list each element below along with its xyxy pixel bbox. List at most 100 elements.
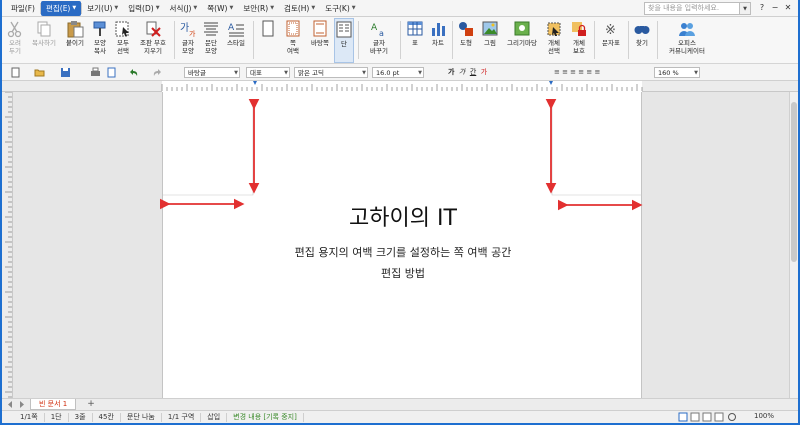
- copy-button[interactable]: 복사하기: [27, 18, 61, 63]
- status-paragraph: 문단 나눔: [121, 412, 162, 422]
- symbol-button[interactable]: ※ 문자표: [597, 18, 625, 63]
- body-line-2: 편집 방법: [381, 267, 425, 280]
- svg-text:a: a: [379, 29, 384, 38]
- picture-icon: [482, 21, 498, 36]
- status-track-changes[interactable]: 변경 내용 [기록 중지]: [227, 412, 304, 422]
- document-workspace[interactable]: 고하이의 IT 편집 용지의 여백 크기를 설정하는 쪽 여백 공간 편집 방법: [13, 92, 789, 398]
- clear-marks-label: 조판 부호 지우기: [140, 39, 166, 55]
- menu-page[interactable]: 쪽(W) ▼: [202, 1, 238, 16]
- view-mode-icons[interactable]: [678, 412, 738, 422]
- chevron-down-icon: ▼: [155, 5, 160, 11]
- status-insert-mode[interactable]: 삽입: [201, 412, 228, 422]
- para-shape-icon: [204, 22, 218, 36]
- minimize-icon[interactable]: −: [769, 3, 781, 12]
- shape-label: 도형: [460, 39, 472, 47]
- para-shape-button[interactable]: 문단 모양: [200, 18, 222, 63]
- copy-label: 복사하기: [32, 39, 56, 47]
- find-button[interactable]: 찾기: [631, 18, 653, 63]
- document-page[interactable]: 고하이의 IT 편집 용지의 여백 크기를 설정하는 쪽 여백 공간 편집 방법: [162, 92, 642, 398]
- vertical-ruler[interactable]: [2, 91, 13, 398]
- new-document-icon[interactable]: [10, 67, 21, 78]
- alignment-group[interactable]: ≡ ≡ ≡ ≡ ≡ ≡: [554, 67, 644, 78]
- picture-label: 그림: [484, 39, 496, 47]
- clipboard-icon: [67, 21, 84, 38]
- search-input[interactable]: 찾을 내용을 입력하세요.: [644, 2, 740, 15]
- replace-char-label: 글자 바꾸기: [370, 39, 388, 55]
- menu-review[interactable]: 검토(H) ▼: [279, 1, 320, 16]
- object-lock-label: 개체 보호: [573, 39, 585, 55]
- svg-text:가: 가: [180, 22, 189, 34]
- page-margin-button[interactable]: 쪽 여백: [280, 18, 306, 63]
- zoom-input[interactable]: 160 % ▼: [654, 67, 700, 78]
- select-all-button[interactable]: 모두 선택: [112, 18, 134, 63]
- menu-tools[interactable]: 도구(K) ▼: [320, 1, 360, 16]
- object-select-icon: [547, 22, 561, 36]
- replace-char-icon: Aa: [371, 23, 384, 38]
- page-icon: [262, 20, 274, 37]
- format-copy-button[interactable]: 모양 복사: [89, 18, 111, 63]
- char-shape-label: 글자 모양: [182, 39, 194, 55]
- document-tabbar: 빈 문서 1 +: [2, 398, 798, 410]
- paste-button[interactable]: 붙이기: [62, 18, 88, 63]
- undo-icon[interactable]: [128, 67, 139, 78]
- save-icon[interactable]: [60, 67, 71, 78]
- font-size-input[interactable]: 16.0 pt ▼: [372, 67, 424, 78]
- status-line: 3줄: [69, 412, 93, 422]
- clipart-button[interactable]: 그리기마당: [503, 18, 541, 63]
- bold-italic-underline-group[interactable]: 가 가 간 가: [448, 67, 508, 78]
- vertical-scrollbar[interactable]: [789, 92, 798, 398]
- object-select-button[interactable]: 개체 선택: [543, 18, 565, 63]
- master-page-label: 바탕쪽: [311, 39, 329, 47]
- chart-icon: [432, 23, 445, 36]
- menu-insert[interactable]: 입력(D) ▼: [123, 1, 164, 16]
- horizontal-ruler[interactable]: [2, 81, 798, 92]
- style-button[interactable]: A 스타일: [223, 18, 249, 63]
- body-line-1: 편집 용지의 여백 크기를 설정하는 쪽 여백 공간: [294, 246, 512, 259]
- menu-view[interactable]: 보기(U) ▼: [82, 1, 123, 16]
- status-zoom[interactable]: 100%: [754, 412, 774, 420]
- scrollbar-thumb[interactable]: [791, 102, 797, 262]
- master-page-button[interactable]: 바탕쪽: [307, 18, 333, 63]
- symbol-icon: ※: [605, 23, 616, 38]
- symbol-label: 문자표: [602, 39, 620, 47]
- office-communicator-button[interactable]: 오피스 커뮤니케이터: [662, 18, 712, 63]
- shape-icon: [459, 22, 473, 36]
- add-tab-button[interactable]: +: [84, 399, 98, 410]
- status-char: 45칸: [93, 412, 121, 422]
- close-icon[interactable]: ✕: [782, 3, 794, 12]
- menu-file[interactable]: 파일(F): [6, 1, 40, 16]
- page-orientation-button[interactable]: [257, 18, 279, 63]
- columns-button[interactable]: 단: [334, 18, 354, 63]
- menu-format[interactable]: 서식(J) ▼: [165, 1, 203, 16]
- scissors-icon: [7, 21, 22, 38]
- document-body[interactable]: 편집 용지의 여백 크기를 설정하는 쪽 여백 공간 편집 방법: [163, 242, 643, 284]
- picture-button[interactable]: 그림: [478, 18, 502, 63]
- chevron-down-icon: ▼: [72, 5, 77, 11]
- print-icon[interactable]: [90, 67, 101, 78]
- table-icon: [407, 21, 423, 36]
- language-select[interactable]: 대표 ▼: [246, 67, 290, 78]
- document-title[interactable]: 고하이의 IT: [163, 200, 643, 232]
- print-preview-icon[interactable]: [106, 67, 117, 78]
- style-select[interactable]: 바탕글 ▼: [184, 67, 240, 78]
- clear-marks-button[interactable]: 조판 부호 지우기: [135, 18, 171, 63]
- menu-security[interactable]: 보안(R) ▼: [238, 1, 279, 16]
- menu-edit[interactable]: 편집(E) ▼: [40, 0, 82, 16]
- chart-button[interactable]: 차트: [427, 18, 449, 63]
- ribbon-toolbar: 오려 두기 복사하기 붙이기 모양 복사 모두 선택 조판 부호 지우기 가가 …: [2, 17, 798, 64]
- open-folder-icon[interactable]: [34, 67, 45, 78]
- cut-button[interactable]: 오려 두기: [4, 18, 26, 63]
- tab-document-1[interactable]: 빈 문서 1: [30, 399, 77, 410]
- tab-nav-arrows-icon[interactable]: [6, 400, 26, 409]
- chevron-down-icon: ▼: [193, 5, 198, 11]
- font-select[interactable]: 맑은 고딕 ▼: [294, 67, 368, 78]
- search-dropdown-icon[interactable]: ▼: [740, 2, 751, 15]
- object-lock-button[interactable]: 개체 보호: [567, 18, 591, 63]
- replace-char-button[interactable]: Aa 글자 바꾸기: [362, 18, 396, 63]
- table-button[interactable]: 표: [404, 18, 426, 63]
- status-column: 1단: [45, 412, 69, 422]
- app-window: 파일(F) 편집(E) ▼ 보기(U) ▼ 입력(D) ▼ 서식(J) ▼ 쪽(W) ▼ …: [2, 0, 798, 423]
- shape-button[interactable]: 도형: [455, 18, 477, 63]
- help-icon[interactable]: ?: [756, 3, 768, 12]
- char-shape-button[interactable]: 가가 글자 모양: [177, 18, 199, 63]
